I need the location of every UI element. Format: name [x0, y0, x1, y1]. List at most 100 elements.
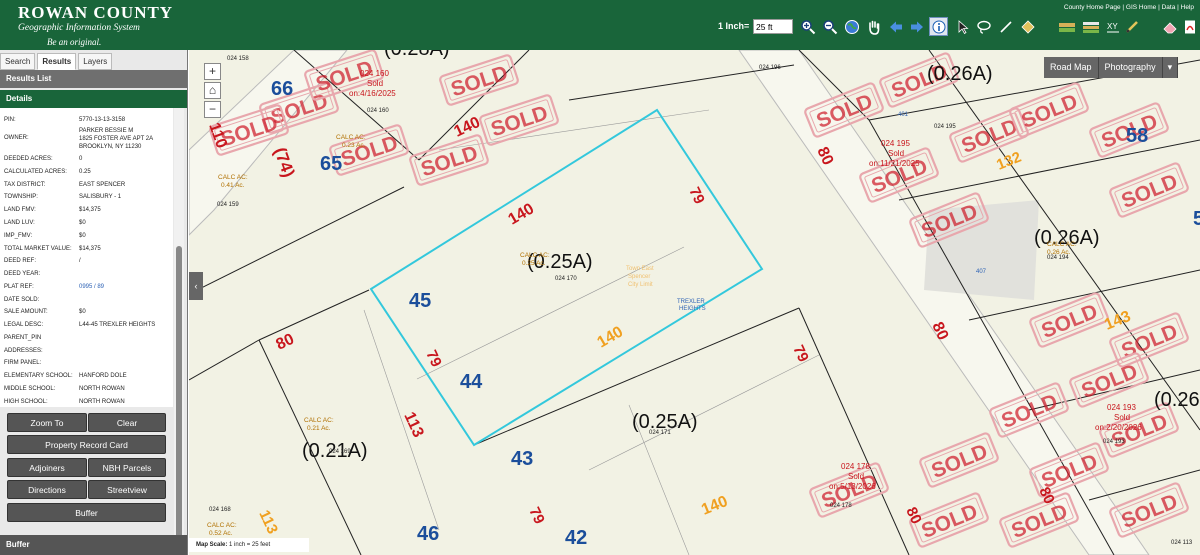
panel-scrollbar[interactable]	[174, 108, 184, 555]
svg-text:0.23 Ac.: 0.23 Ac.	[342, 142, 366, 149]
back-arrow-icon[interactable]	[886, 17, 905, 36]
svg-text:024 171: 024 171	[649, 430, 671, 436]
road-map-button[interactable]: Road Map	[1044, 57, 1099, 78]
svg-text:024 178: 024 178	[830, 503, 852, 509]
svg-text:79: 79	[525, 505, 547, 527]
svg-text:CALC AC:: CALC AC:	[218, 174, 248, 181]
map-view[interactable]: SOLD	[189, 50, 1200, 555]
tab-layers[interactable]: Layers	[78, 53, 113, 70]
svg-text:0.21 Ac.: 0.21 Ac.	[307, 425, 331, 432]
acre-label: (0.26	[1154, 389, 1200, 411]
svg-text:CALC AC:: CALC AC:	[336, 134, 366, 141]
logo-title: ROWAN COUNTY	[18, 3, 174, 22]
scale-label: 1 Inch=	[718, 21, 750, 31]
svg-text:CALC AC:: CALC AC:	[520, 252, 550, 259]
svg-text:140: 140	[506, 200, 538, 228]
pencil-icon[interactable]	[1122, 17, 1141, 36]
zoom-in-icon[interactable]	[798, 17, 817, 36]
xy-coordinate-icon[interactable]: XY	[1103, 17, 1122, 36]
select-pointer-icon[interactable]	[953, 17, 972, 36]
basemap-switcher: Road Map Photography ▾	[1044, 57, 1179, 78]
svg-text:TREXLER: TREXLER	[677, 299, 705, 305]
collapse-panel-tab[interactable]: ‹	[189, 272, 203, 300]
svg-text:City Limit: City Limit	[628, 282, 653, 288]
forward-arrow-icon[interactable]	[907, 17, 926, 36]
details-table: PIN: 5770-13-13-3158 OWNER: PARKER BESSIE …	[0, 108, 173, 407]
details-header[interactable]: Details	[0, 90, 187, 108]
svg-text:024 160: 024 160	[367, 108, 389, 114]
svg-text:CALC AC:: CALC AC:	[207, 522, 237, 529]
logo-tagline: Be an original.	[47, 37, 102, 47]
link-data[interactable]: Data	[1162, 4, 1176, 11]
zoom-in-button[interactable]: +	[204, 63, 221, 80]
plat-ref-link[interactable]: 0995 / 89	[79, 283, 104, 291]
link-help[interactable]: Help	[1181, 4, 1194, 11]
buffer-section-header[interactable]: Buffer	[0, 535, 187, 555]
svg-text:XY: XY	[1107, 22, 1118, 31]
clear-button[interactable]: Clear	[88, 413, 166, 432]
buffer-button[interactable]: Buffer	[7, 503, 166, 522]
link-county-home[interactable]: County Home Page	[1064, 4, 1121, 11]
eraser-icon[interactable]	[1160, 17, 1179, 36]
svg-text:024 159: 024 159	[217, 202, 239, 208]
svg-text:024 195: 024 195	[881, 139, 910, 148]
svg-text:024 158: 024 158	[227, 56, 249, 62]
pan-hand-icon[interactable]	[864, 17, 883, 36]
layer-stack-icon[interactable]	[1080, 17, 1102, 36]
scrollbar-thumb[interactable]	[176, 246, 182, 555]
property-record-card-button[interactable]: Property Record Card	[7, 435, 166, 454]
svg-text:024 160: 024 160	[360, 69, 389, 78]
ruler-icon[interactable]	[1018, 17, 1037, 36]
svg-text:HEIGHTS: HEIGHTS	[679, 306, 706, 312]
measure-icon[interactable]	[996, 17, 1015, 36]
identify-info-icon[interactable]	[929, 17, 948, 36]
svg-text:on:11/21/2025: on:11/21/2025	[869, 159, 920, 168]
svg-text:113: 113	[400, 410, 426, 441]
photography-button[interactable]: Photography	[1098, 57, 1163, 78]
parcel-map: SOLD	[189, 50, 1200, 555]
svg-text:Sold: Sold	[888, 149, 904, 158]
lasso-icon[interactable]	[974, 17, 993, 36]
lot-number: 43	[511, 448, 533, 470]
svg-text:CALC AC:: CALC AC:	[1047, 241, 1077, 248]
directions-button[interactable]: Directions	[7, 480, 87, 499]
nbh-parcels-button[interactable]: NBH Parcels	[88, 458, 166, 477]
panel-tabs: Search Results Layers	[0, 53, 114, 70]
svg-text:024 169: 024 169	[329, 449, 351, 455]
lot-number: 5	[1193, 208, 1200, 230]
svg-text:113: 113	[255, 508, 281, 537]
layer-icon[interactable]	[1056, 17, 1078, 36]
globe-icon[interactable]	[842, 17, 861, 36]
link-gis-home[interactable]: GIS Home	[1126, 4, 1156, 11]
tab-results[interactable]: Results	[37, 53, 77, 70]
svg-text:407: 407	[976, 269, 987, 275]
top-links: County Home Page | GIS Home | Data | Hel…	[1063, 4, 1194, 11]
svg-text:Sold: Sold	[1114, 413, 1130, 422]
left-panel: Search Results Layers Results List Detai…	[0, 50, 188, 555]
svg-text:CALC AC:: CALC AC:	[304, 417, 334, 424]
chevron-down-icon[interactable]: ▾	[1162, 57, 1179, 78]
svg-text:80: 80	[274, 331, 297, 354]
tab-search[interactable]: Search	[0, 53, 36, 70]
zoom-out-button[interactable]: −	[204, 101, 221, 118]
pdf-icon[interactable]	[1180, 17, 1199, 36]
zoom-out-icon[interactable]	[820, 17, 839, 36]
svg-text:024 170: 024 170	[555, 276, 577, 282]
streetview-button[interactable]: Streetview	[88, 480, 166, 499]
svg-text:024 168: 024 168	[209, 507, 231, 513]
adjoiners-button[interactable]: Adjoiners	[7, 458, 87, 477]
scale-input[interactable]	[753, 19, 793, 34]
svg-text:Town East: Town East	[626, 266, 654, 272]
results-list-header[interactable]: Results List	[0, 70, 187, 88]
home-icon[interactable]: ⌂	[204, 82, 221, 99]
svg-text:024 178: 024 178	[841, 462, 870, 471]
svg-text:on:2/20/2026: on:2/20/2026	[1095, 423, 1142, 432]
svg-text:Sold: Sold	[848, 472, 864, 481]
zoom-to-button[interactable]: Zoom To	[7, 413, 87, 432]
svg-text:024 196: 024 196	[759, 65, 781, 71]
lot-number: 65	[320, 153, 342, 175]
svg-text:0.41 Ac.: 0.41 Ac.	[221, 182, 245, 189]
svg-text:on:5/13/2026: on:5/13/2026	[829, 482, 876, 491]
svg-text:132: 132	[994, 149, 1024, 174]
svg-text:79: 79	[789, 343, 811, 365]
